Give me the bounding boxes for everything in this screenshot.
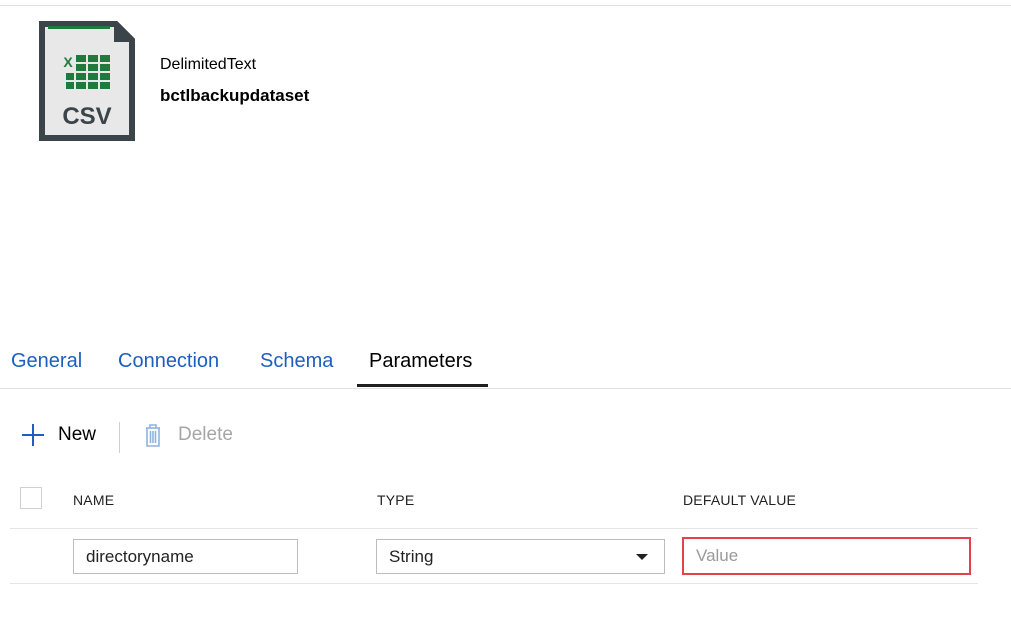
chevron-down-icon: [636, 553, 648, 560]
table-header-divider: [10, 528, 978, 529]
column-header-type: TYPE: [377, 492, 415, 508]
dataset-type-label: DelimitedText: [160, 56, 257, 73]
parameter-name-input[interactable]: [73, 539, 298, 574]
dataset-name: bctlbackupdataset: [160, 86, 310, 105]
plus-icon: [22, 424, 44, 446]
csv-file-icon: X CSV: [39, 21, 135, 141]
delete-button-label: Delete: [178, 424, 233, 445]
toolbar-separator: [119, 422, 120, 453]
parameter-type-select[interactable]: String: [376, 539, 665, 574]
parameter-default-value-input[interactable]: [682, 537, 971, 575]
tabs-divider: [0, 388, 1011, 389]
table-row-divider: [10, 583, 978, 584]
excel-x-letter: X: [63, 54, 73, 70]
top-divider: [0, 5, 1011, 6]
parameter-type-value: String: [389, 546, 434, 566]
csv-format-label: CSV: [62, 103, 111, 130]
trash-icon: [146, 424, 160, 447]
column-header-default-value: DEFAULT VALUE: [683, 492, 797, 508]
tab-parameters[interactable]: Parameters: [369, 350, 472, 373]
column-header-name: NAME: [73, 492, 115, 508]
tab-connection[interactable]: Connection: [118, 350, 219, 373]
new-button[interactable]: New: [20, 422, 96, 448]
tab-bar: General Connection Schema Parameters: [0, 342, 1011, 388]
dataset-editor: X CSV DelimitedText bctlbackupdataset Ge…: [0, 0, 1011, 618]
new-button-label: New: [58, 424, 97, 445]
delete-button[interactable]: Delete: [140, 422, 233, 448]
tab-schema[interactable]: Schema: [260, 350, 333, 373]
select-all-checkbox[interactable]: [20, 487, 42, 509]
active-tab-indicator: [357, 384, 488, 387]
tab-general[interactable]: General: [11, 350, 82, 373]
